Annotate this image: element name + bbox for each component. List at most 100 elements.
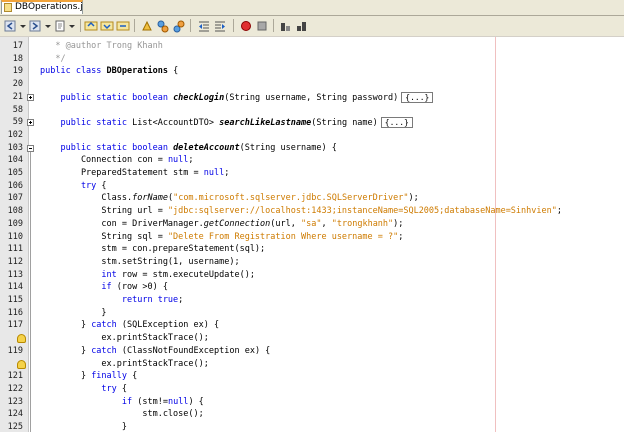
code-token: stm.setString(1, username); bbox=[40, 256, 240, 267]
code-token: (stm!= bbox=[132, 396, 168, 407]
code-text: if (stm!=null) { bbox=[40, 396, 204, 409]
code-line[interactable]: 125 } bbox=[0, 421, 624, 434]
last-edit-icon[interactable] bbox=[53, 18, 67, 32]
code-editor[interactable]: 17 * @author Trong Khanh 18 */19 public cl… bbox=[0, 37, 624, 432]
code-token: if bbox=[40, 282, 112, 293]
code-token: String url = bbox=[40, 206, 168, 217]
expand-fold-icon[interactable] bbox=[27, 119, 34, 127]
editor-toolbar bbox=[0, 16, 624, 37]
code-token: ; bbox=[188, 155, 194, 166]
start-macro-icon[interactable] bbox=[239, 18, 253, 32]
code-token: stm.close(); bbox=[40, 409, 204, 420]
code-token: ; bbox=[398, 231, 404, 242]
line-number: 108 bbox=[7, 206, 23, 217]
code-token: } bbox=[40, 422, 127, 432]
code-token: } bbox=[40, 307, 107, 318]
toolbar-separator bbox=[190, 19, 191, 32]
code-line[interactable]: 103 public static boolean deleteAccount(… bbox=[0, 142, 624, 155]
code-text: PreparedStatement stm = null; bbox=[40, 167, 229, 180]
expand-fold-icon[interactable] bbox=[27, 93, 34, 101]
line-number: 116 bbox=[7, 307, 23, 318]
comment-icon[interactable] bbox=[279, 18, 293, 32]
code-line[interactable]: 119 } catch (ClassNotFoundException ex) … bbox=[0, 345, 624, 358]
code-text: * @author Trong Khanh bbox=[40, 40, 163, 53]
collapse-fold-icon[interactable] bbox=[27, 144, 34, 152]
line-number: 103 bbox=[7, 142, 23, 153]
previous-bookmark-icon[interactable] bbox=[156, 18, 170, 33]
line-number: 114 bbox=[7, 282, 23, 293]
line-number: 58 bbox=[12, 104, 23, 115]
code-line[interactable]: 110 String sql = "Delete From Registrati… bbox=[0, 231, 624, 244]
shift-left-icon[interactable] bbox=[197, 18, 211, 32]
code-token: } bbox=[40, 371, 92, 382]
code-line[interactable]: 115 return true; bbox=[0, 294, 624, 307]
chevron-down-icon[interactable] bbox=[19, 18, 27, 32]
code-line[interactable]: 58 bbox=[0, 104, 624, 117]
code-token: Connection con = bbox=[40, 155, 168, 166]
code-token: (SQLException ex) { bbox=[116, 320, 220, 331]
code-token: (String username, String password) bbox=[224, 92, 399, 103]
code-line[interactable]: 18 */ bbox=[0, 53, 624, 66]
code-token: * bbox=[40, 41, 66, 51]
code-text: ex.printStackTrace(); bbox=[40, 358, 208, 371]
code-token: getConnection bbox=[203, 218, 271, 229]
code-token: public static bbox=[40, 118, 133, 129]
code-line[interactable]: 107 Class.forName("com.microsoft.sqlserv… bbox=[0, 192, 624, 205]
code-line[interactable]: 104 Connection con = null; bbox=[0, 154, 624, 167]
next-bookmark-icon[interactable] bbox=[172, 18, 186, 33]
chevron-down-icon[interactable] bbox=[68, 18, 76, 32]
toggle-highlight-icon[interactable] bbox=[140, 18, 154, 32]
tab-dboperations[interactable]: DBOperations.java bbox=[1, 0, 83, 14]
code-line[interactable]: 123 if (stm!=null) { bbox=[0, 396, 624, 409]
lightbulb-hint-icon[interactable] bbox=[17, 359, 26, 369]
code-token: PreparedStatement stm = bbox=[40, 168, 204, 178]
code-line[interactable]: 106 try { bbox=[0, 180, 624, 193]
code-token: null bbox=[203, 168, 225, 178]
code-line[interactable]: 59 public static List<AccountDTO> search… bbox=[0, 116, 624, 129]
line-number: 123 bbox=[7, 396, 23, 407]
code-line[interactable]: ex.printStackTrace(); bbox=[0, 358, 624, 371]
code-line[interactable]: 121 } finally { bbox=[0, 370, 624, 383]
code-line[interactable]: 109 con = DriverManager.getConnection(ur… bbox=[0, 218, 624, 231]
code-token: ; bbox=[178, 295, 184, 305]
code-line[interactable]: 105 PreparedStatement stm = null; bbox=[0, 167, 624, 180]
code-line[interactable]: 108 String url = "jdbc:sqlserver://local… bbox=[0, 205, 624, 218]
find-previous-icon[interactable] bbox=[84, 18, 98, 32]
code-token: List<AccountDTO> bbox=[132, 118, 220, 129]
code-line[interactable]: 124 stm.close(); bbox=[0, 408, 624, 421]
lightbulb-hint-icon[interactable] bbox=[17, 334, 26, 344]
code-token: (row >0) { bbox=[111, 282, 168, 293]
shift-right-icon[interactable] bbox=[213, 18, 227, 32]
find-next-icon[interactable] bbox=[100, 18, 114, 32]
code-token: null bbox=[167, 155, 189, 166]
code-line[interactable]: 19 public class DBOperations { bbox=[0, 65, 624, 78]
code-line[interactable]: 117 } catch (SQLException ex) { bbox=[0, 319, 624, 332]
code-line[interactable]: 122 try { bbox=[0, 383, 624, 396]
stop-macro-icon[interactable] bbox=[255, 18, 269, 32]
code-token: (ClassNotFoundException ex) { bbox=[116, 345, 271, 356]
code-line[interactable]: 17 * @author Trong Khanh bbox=[0, 40, 624, 53]
code-text: Class.forName("com.microsoft.sqlserver.j… bbox=[40, 192, 418, 205]
line-number: 125 bbox=[7, 422, 23, 432]
forward-icon[interactable] bbox=[28, 18, 42, 32]
code-token: DBOperations bbox=[106, 66, 168, 77]
chevron-down-icon[interactable] bbox=[44, 18, 52, 32]
code-line[interactable]: ex.printStackTrace(); bbox=[0, 332, 624, 345]
code-line[interactable]: 116 } bbox=[0, 307, 624, 320]
code-line[interactable]: 21 public static boolean checkLogin(Stri… bbox=[0, 91, 624, 104]
code-line[interactable]: 112 stm.setString(1, username); bbox=[0, 256, 624, 269]
code-line[interactable]: 113 int row = stm.executeUpdate(); bbox=[0, 269, 624, 282]
folded-code-marker[interactable]: {...} bbox=[380, 117, 413, 129]
code-token: row = stm.executeUpdate(); bbox=[116, 269, 255, 280]
code-line[interactable]: 114 if (row >0) { bbox=[0, 281, 624, 294]
code-line[interactable]: 111 stm = con.prepareStatement(sql); bbox=[0, 243, 624, 256]
code-line[interactable]: 20 bbox=[0, 78, 624, 91]
folded-code-marker[interactable]: {...} bbox=[401, 91, 434, 103]
uncomment-icon[interactable] bbox=[295, 18, 309, 32]
code-line[interactable]: 102 bbox=[0, 129, 624, 142]
code-token: public class bbox=[40, 66, 107, 77]
back-icon[interactable] bbox=[3, 18, 17, 32]
code-token: finally bbox=[91, 371, 128, 382]
find-selection-icon[interactable] bbox=[116, 18, 130, 32]
line-number: 102 bbox=[7, 129, 23, 140]
